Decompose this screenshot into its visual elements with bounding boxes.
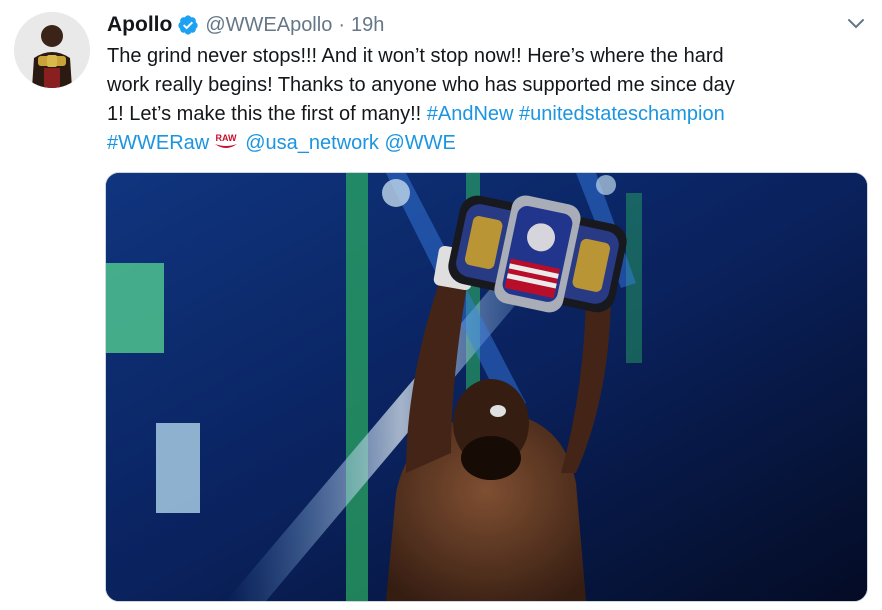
- tweet-text-line: 1! Let’s make this the first of many!! #…: [107, 100, 867, 129]
- svg-text:RAW: RAW: [216, 133, 238, 143]
- author-handle[interactable]: @WWEApollo: [205, 14, 332, 37]
- hashtag-unitedstateschampion-link[interactable]: #unitedstateschampion: [519, 103, 725, 125]
- tweet-timestamp[interactable]: 19h: [351, 14, 384, 37]
- avatar-photo-icon: [14, 12, 90, 88]
- display-name[interactable]: Apollo: [107, 13, 172, 37]
- verified-badge-icon: [178, 15, 198, 35]
- author-avatar[interactable]: [14, 12, 90, 88]
- tweet-text: The grind never stops!!! And it won’t st…: [107, 42, 867, 158]
- tweet-text-segment: 1! Let’s make this the first of many!!: [107, 103, 427, 125]
- tweet-text-line: #WWERaw RAW @usa_network @WWE: [107, 129, 867, 158]
- header-separator: ·: [338, 13, 345, 36]
- hashtag-wweraw-link[interactable]: #WWERaw: [107, 132, 209, 154]
- tweet-card[interactable]: Apollo @WWEApollo · 19h The grind never …: [0, 0, 882, 610]
- photo-wrestler-with-belt-icon: [106, 173, 867, 601]
- tweet-header: Apollo @WWEApollo · 19h: [107, 10, 384, 40]
- tweet-text-line: work really begins! Thanks to anyone who…: [107, 74, 735, 96]
- tweet-photo[interactable]: [105, 172, 868, 602]
- chevron-down-icon[interactable]: [846, 14, 866, 34]
- tweet-text-line: The grind never stops!!! And it won’t st…: [107, 45, 724, 67]
- raw-logo-icon: RAW: [215, 133, 238, 148]
- mention-usa-network-link[interactable]: @usa_network: [245, 132, 379, 154]
- hashtag-andnew-link[interactable]: #AndNew: [427, 103, 514, 125]
- mention-wwe-link[interactable]: @WWE: [385, 132, 456, 154]
